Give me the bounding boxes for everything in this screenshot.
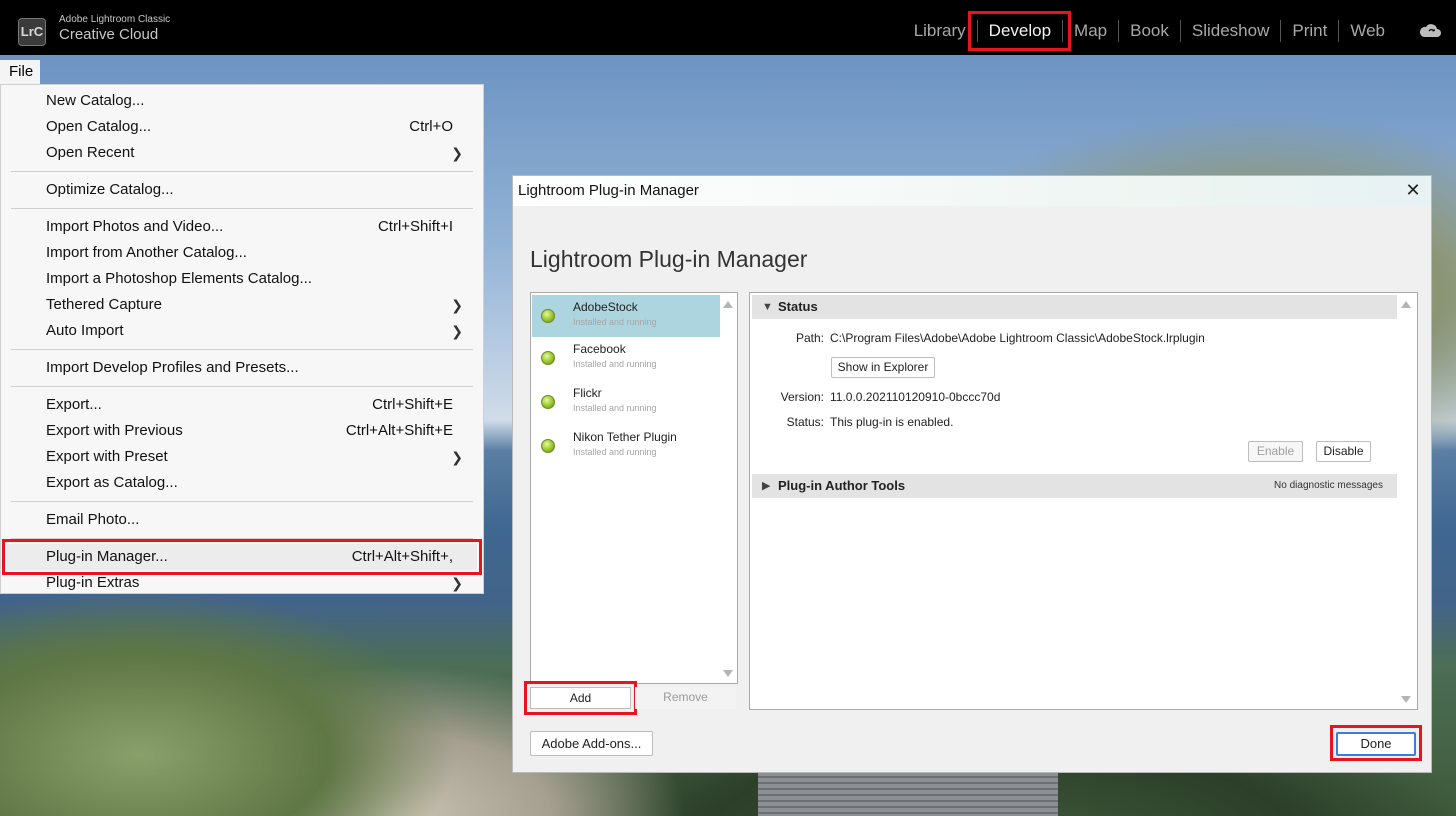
menu-separator bbox=[11, 538, 473, 539]
enable-button[interactable]: Enable bbox=[1248, 441, 1303, 462]
module-slideshow[interactable]: Slideshow bbox=[1179, 20, 1281, 42]
submenu-arrow-icon: ❯ bbox=[451, 297, 463, 313]
submenu-arrow-icon: ❯ bbox=[451, 575, 463, 591]
status-dot-icon bbox=[541, 439, 555, 453]
menu-new-catalog[interactable]: New Catalog... bbox=[7, 88, 477, 114]
diagnostic-note: No diagnostic messages bbox=[1274, 480, 1383, 491]
menu-export[interactable]: Export... Ctrl+Shift+E bbox=[7, 392, 477, 418]
plugin-status: Installed and running bbox=[573, 317, 657, 327]
plugin-item-adobestock[interactable]: AdobeStock Installed and running bbox=[532, 295, 720, 337]
adobe-addons-button[interactable]: Adobe Add-ons... bbox=[530, 731, 653, 756]
file-menu-button[interactable]: File bbox=[0, 60, 40, 84]
shortcut: Ctrl+Shift+I bbox=[377, 218, 453, 235]
shortcut: Ctrl+Alt+Shift+E bbox=[345, 422, 453, 439]
dialog-window-title: Lightroom Plug-in Manager bbox=[518, 182, 699, 199]
show-in-explorer-button[interactable]: Show in Explorer bbox=[831, 357, 935, 378]
path-value: C:\Program Files\Adobe\Adobe Lightroom C… bbox=[830, 331, 1205, 345]
status-label: Status: bbox=[786, 415, 824, 429]
submenu-arrow-icon: ❯ bbox=[451, 449, 463, 465]
menu-import-profiles[interactable]: Import Develop Profiles and Presets... bbox=[7, 355, 477, 381]
menu-open-recent[interactable]: Open Recent ❯ bbox=[7, 140, 477, 166]
plugin-name: Flickr bbox=[573, 386, 602, 400]
scroll-down-icon[interactable] bbox=[723, 670, 733, 677]
plugin-status: Installed and running bbox=[573, 447, 657, 457]
collapse-triangle-icon: ▼ bbox=[762, 301, 773, 313]
menu-export-previous[interactable]: Export with Previous Ctrl+Alt+Shift+E bbox=[7, 418, 477, 444]
author-tools-section-header[interactable]: ▶ Plug-in Author Tools No diagnostic mes… bbox=[752, 474, 1397, 498]
module-picker: Library Develop Map Book Slideshow Print… bbox=[903, 11, 1396, 51]
menu-plugin-manager[interactable]: Plug-in Manager... Ctrl+Alt+Shift+, bbox=[2, 539, 482, 575]
status-value: This plug-in is enabled. bbox=[830, 415, 954, 429]
app-name-small: Adobe Lightroom Classic bbox=[59, 14, 171, 25]
module-map[interactable]: Map bbox=[1062, 20, 1118, 42]
version-label: Version: bbox=[780, 390, 824, 404]
status-dot-icon bbox=[541, 351, 555, 365]
plugin-name: AdobeStock bbox=[573, 300, 638, 314]
shortcut: Ctrl+Shift+E bbox=[372, 396, 453, 413]
menu-email-photo[interactable]: Email Photo... bbox=[7, 507, 477, 533]
module-book[interactable]: Book bbox=[1118, 20, 1180, 42]
disable-button[interactable]: Disable bbox=[1316, 441, 1371, 462]
menu-auto-import[interactable]: Auto Import ❯ bbox=[7, 318, 477, 344]
menu-separator bbox=[11, 501, 473, 502]
plugin-item-facebook[interactable]: Facebook Installed and running bbox=[532, 337, 720, 381]
menu-separator bbox=[11, 386, 473, 387]
background-boardwalk bbox=[758, 772, 1058, 816]
add-button[interactable]: Add bbox=[524, 681, 637, 715]
module-develop[interactable]: Develop bbox=[967, 11, 1072, 51]
app-name-large: Creative Cloud bbox=[59, 26, 159, 43]
dialog-heading: Lightroom Plug-in Manager bbox=[530, 246, 808, 272]
menu-tethered-capture[interactable]: Tethered Capture ❯ bbox=[7, 292, 477, 318]
plugin-item-nikon-tether[interactable]: Nikon Tether Plugin Installed and runnin… bbox=[532, 425, 720, 469]
top-bar: LrC Adobe Lightroom Classic Creative Clo… bbox=[0, 0, 1456, 55]
module-print[interactable]: Print bbox=[1280, 20, 1338, 42]
scroll-down-icon[interactable] bbox=[1401, 696, 1411, 703]
menu-export-catalog[interactable]: Export as Catalog... bbox=[7, 470, 477, 496]
menu-open-catalog[interactable]: Open Catalog... Ctrl+O bbox=[7, 114, 477, 140]
module-web[interactable]: Web bbox=[1338, 20, 1396, 42]
submenu-arrow-icon: ❯ bbox=[451, 145, 463, 161]
plugin-list[interactable]: AdobeStock Installed and running Faceboo… bbox=[530, 292, 738, 684]
menu-plugin-extras[interactable]: Plug-in Extras ❯ bbox=[7, 570, 477, 596]
menu-separator bbox=[11, 171, 473, 172]
dialog-titlebar: Lightroom Plug-in Manager bbox=[513, 176, 1431, 206]
shortcut: Ctrl+Alt+Shift+, bbox=[351, 548, 453, 565]
plugin-name: Nikon Tether Plugin bbox=[573, 430, 677, 444]
plugin-name: Facebook bbox=[573, 342, 626, 356]
status-section-header[interactable]: ▼ Status bbox=[752, 295, 1397, 319]
menu-optimize-catalog[interactable]: Optimize Catalog... bbox=[7, 177, 477, 203]
done-button[interactable]: Done bbox=[1336, 732, 1416, 756]
submenu-arrow-icon: ❯ bbox=[451, 323, 463, 339]
remove-button[interactable]: Remove bbox=[635, 687, 736, 709]
expand-triangle-icon: ▶ bbox=[762, 480, 771, 492]
scroll-up-icon[interactable] bbox=[723, 301, 733, 308]
menu-import-pse[interactable]: Import a Photoshop Elements Catalog... bbox=[7, 266, 477, 292]
menu-separator bbox=[11, 349, 473, 350]
plugin-status: Installed and running bbox=[573, 403, 657, 413]
file-menu-dropdown: New Catalog... Open Catalog... Ctrl+O Ope… bbox=[0, 84, 484, 594]
plugin-manager-dialog: Lightroom Plug-in Manager ✕ Lightroom Pl… bbox=[512, 175, 1432, 773]
status-dot-icon bbox=[541, 309, 555, 323]
menu-export-preset[interactable]: Export with Preset ❯ bbox=[7, 444, 477, 470]
scroll-up-icon[interactable] bbox=[1401, 301, 1411, 308]
menu-import-catalog[interactable]: Import from Another Catalog... bbox=[7, 240, 477, 266]
lrc-logo: LrC bbox=[18, 18, 46, 46]
module-library[interactable]: Library bbox=[903, 20, 977, 42]
shortcut: Ctrl+O bbox=[409, 118, 453, 135]
close-icon[interactable]: ✕ bbox=[1403, 180, 1423, 200]
version-value: 11.0.0.202110120910-0bccc70d bbox=[830, 390, 1001, 404]
menu-separator bbox=[11, 208, 473, 209]
cloud-sync-icon[interactable] bbox=[1418, 22, 1442, 38]
menu-import-photos[interactable]: Import Photos and Video... Ctrl+Shift+I bbox=[7, 214, 477, 240]
plugin-item-flickr[interactable]: Flickr Installed and running bbox=[532, 381, 720, 425]
status-dot-icon bbox=[541, 395, 555, 409]
path-label: Path: bbox=[795, 331, 824, 345]
plugin-details-panel: ▼ Status Path: C:\Program Files\Adobe\Ad… bbox=[749, 292, 1418, 710]
plugin-status: Installed and running bbox=[573, 359, 657, 369]
